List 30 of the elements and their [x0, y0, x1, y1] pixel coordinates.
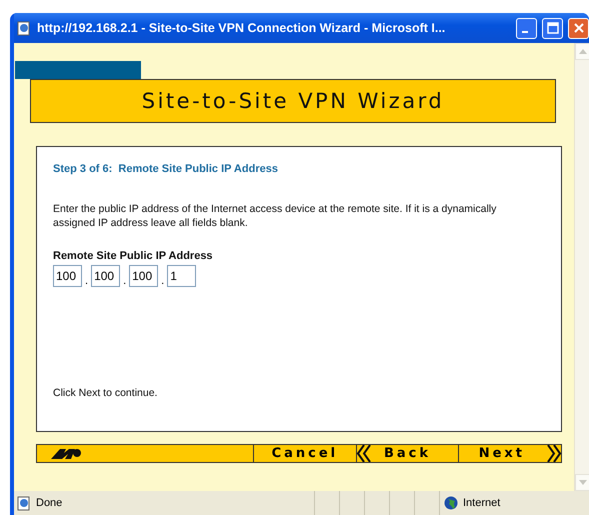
status-text: Done: [36, 497, 64, 509]
ip-octet-field[interactable]: 1: [167, 265, 196, 287]
close-icon: [572, 22, 584, 34]
step-description: Enter the public IP address of the Internet access device at the remote site. If it is a dynamically assigned IP address leave all fields blank.: [53, 202, 498, 230]
logo-icon: [51, 448, 81, 458]
maximize-icon: [546, 22, 558, 34]
window-title: http://192.168.2.1 - Site-to-Site VPN Connection Wizard - Microsoft I...: [37, 21, 446, 35]
ip-octet-field[interactable]: 100: [129, 265, 158, 287]
maximize-button[interactable]: [542, 18, 563, 38]
minimize-button[interactable]: [516, 18, 537, 38]
browser-page-icon: [16, 20, 32, 36]
field-label: Remote Site Public IP Address: [53, 250, 214, 262]
double-chevron-left-icon: [356, 445, 371, 462]
octet-separator: .: [123, 275, 126, 287]
up-arrow-icon: [579, 49, 587, 54]
octet-separator: .: [85, 275, 88, 287]
back-button[interactable]: Back: [356, 445, 460, 462]
browser-page-icon: [16, 495, 32, 511]
ip-octet-field[interactable]: 100: [53, 265, 82, 287]
step-heading: Step 3 of 6: Remote Site Public IP Address: [53, 163, 279, 175]
wizard-banner: Site-to-Site VPN Wizard: [30, 79, 556, 123]
octet-separator: .: [161, 275, 164, 287]
close-button[interactable]: [568, 18, 589, 38]
ip-octet-field[interactable]: 100: [91, 265, 120, 287]
globe-icon: [444, 496, 458, 510]
zone-text: Internet: [463, 497, 500, 509]
minimize-icon: [522, 31, 528, 33]
down-arrow-icon: [579, 480, 587, 485]
double-chevron-right-icon: [547, 445, 562, 462]
continue-hint: Click Next to continue.: [53, 387, 158, 399]
